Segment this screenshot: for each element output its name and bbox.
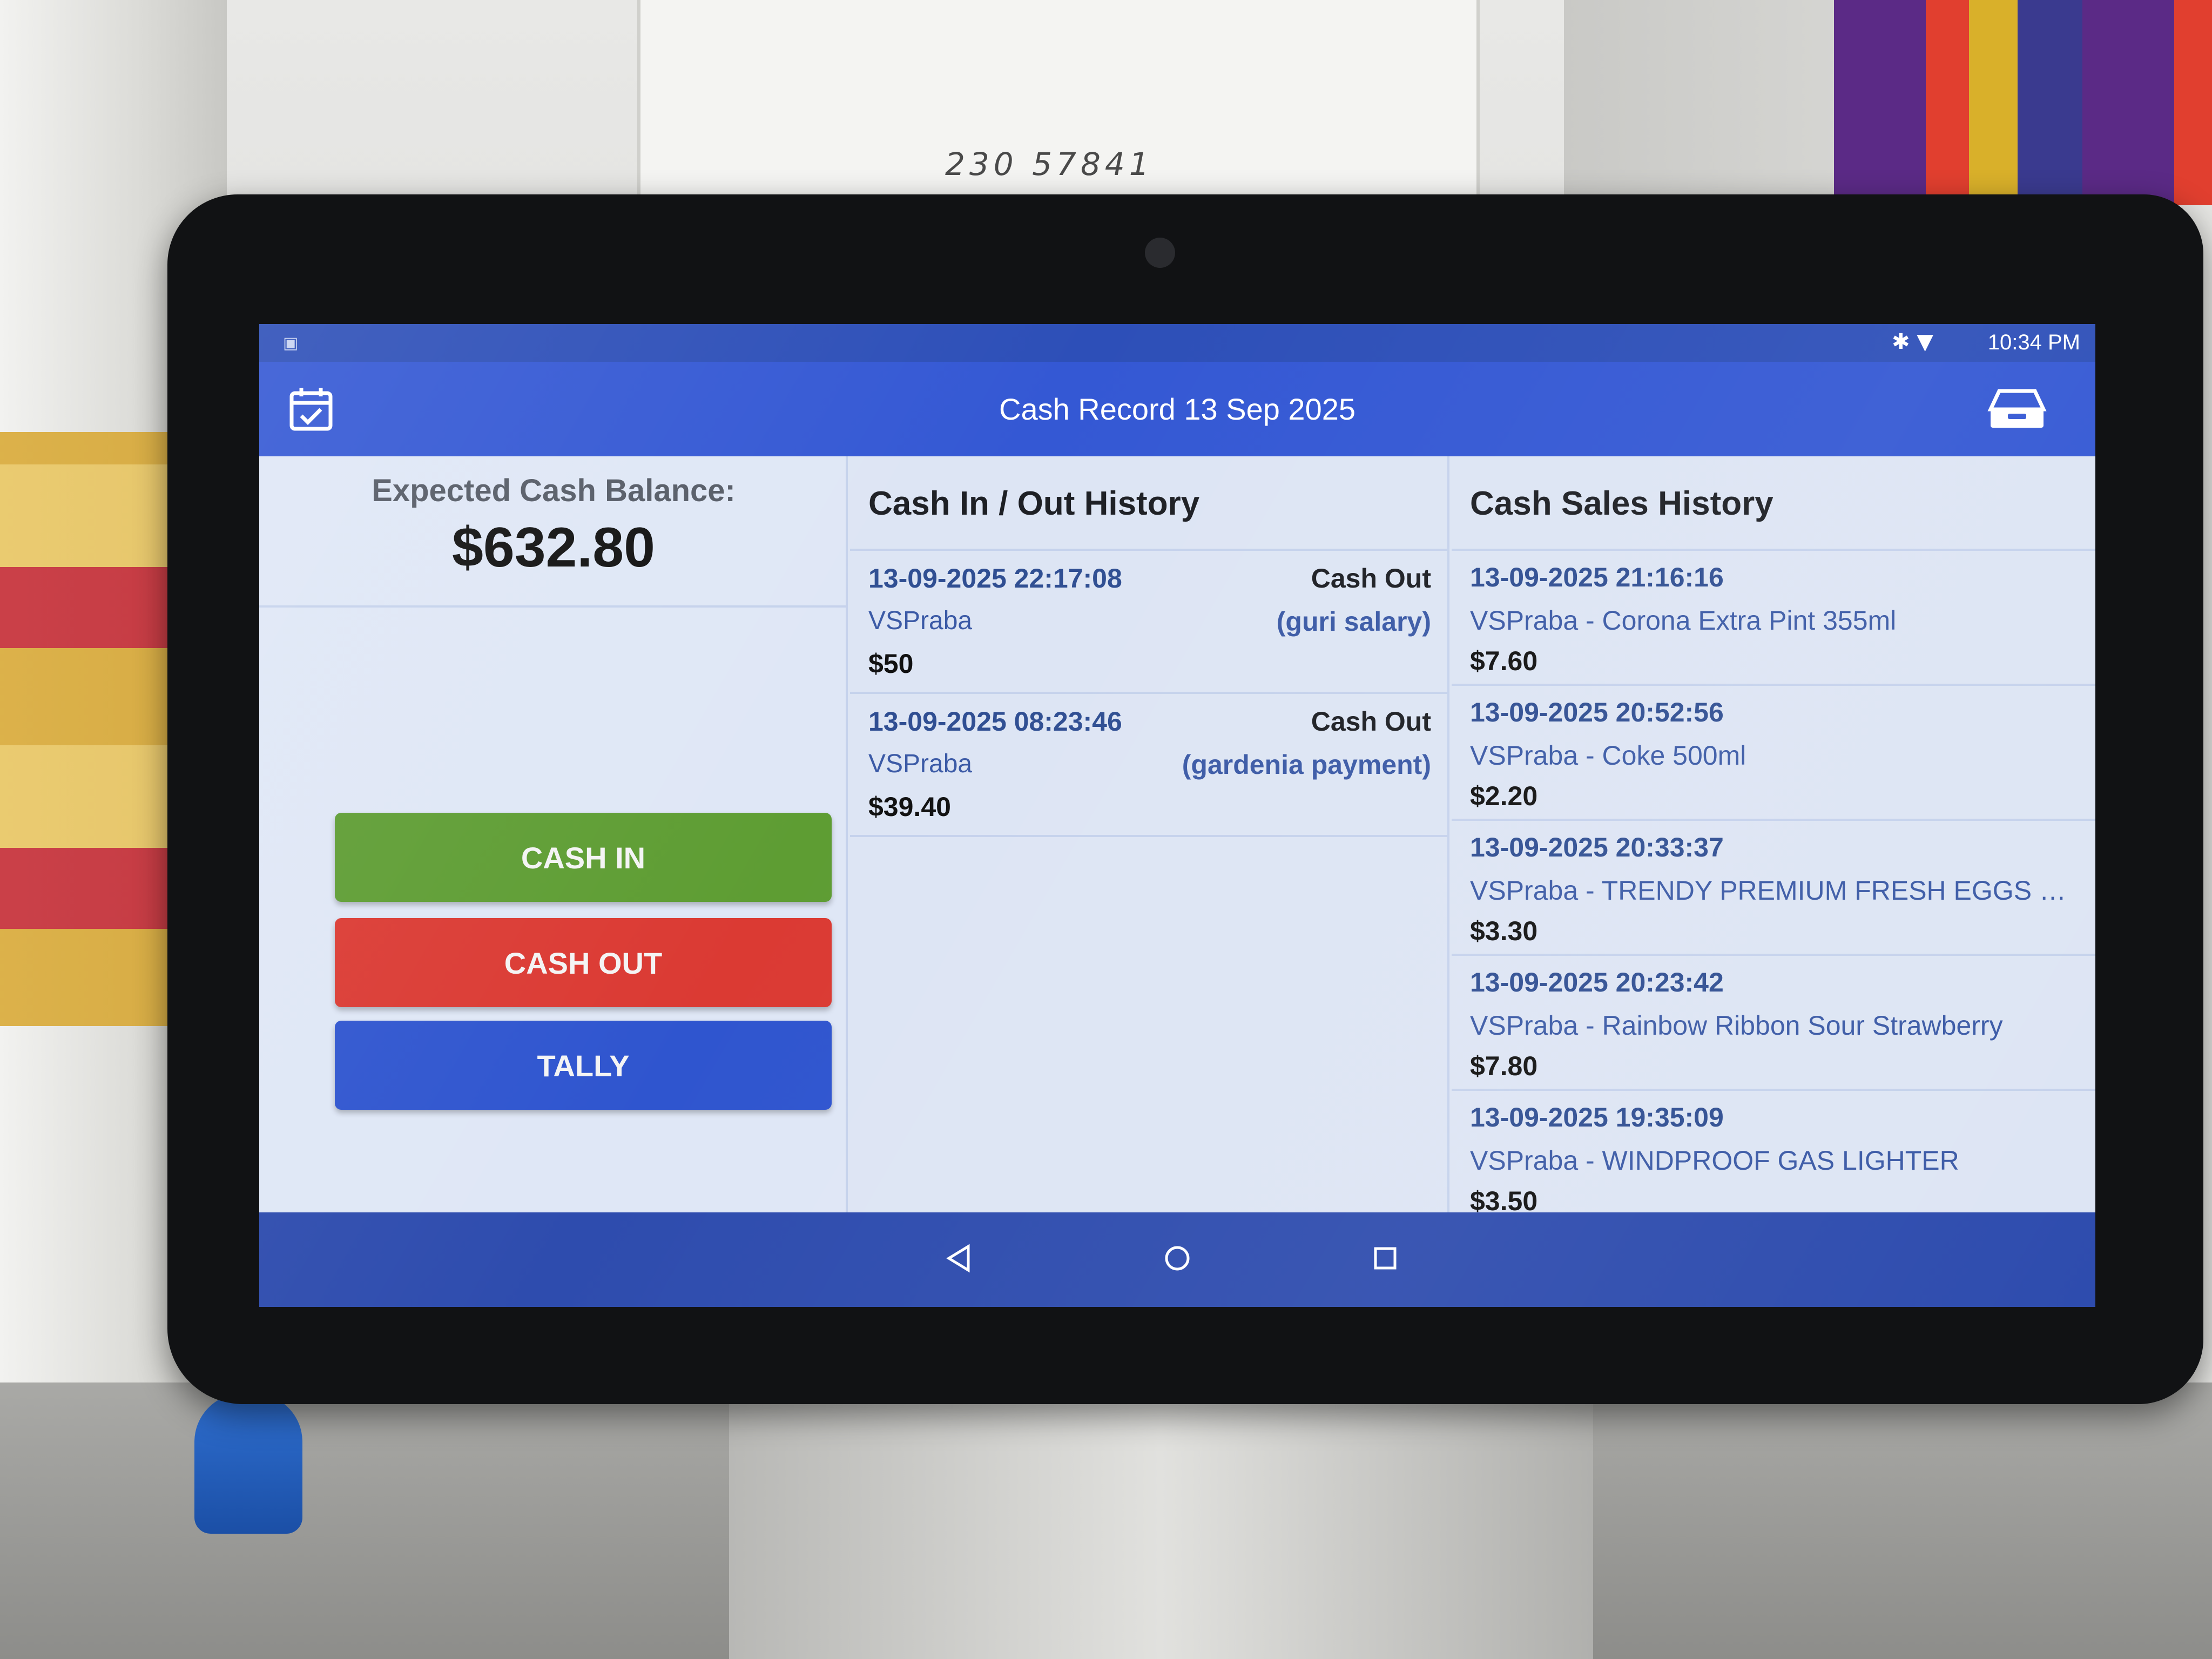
tally-button[interactable]: TALLY (335, 1021, 832, 1110)
sale-description: VSPraba - Rainbow Ribbon Sour Strawberry (1470, 1010, 2003, 1041)
paper-handwritten-number: 230 57841 (945, 146, 1154, 183)
sale-datetime: 13-09-2025 19:35:09 (1470, 1102, 1724, 1132)
sale-description: VSPraba - TRENDY PREMIUM FRESH EGGS 1... (1470, 875, 2075, 906)
sale-row[interactable]: 13-09-2025 21:16:16 VSPraba - Corona Ext… (1452, 551, 2095, 686)
cash-in-out-header: Cash In / Out History (850, 456, 1447, 551)
sale-row[interactable]: 13-09-2025 20:33:37 VSPraba - TRENDY PRE… (1452, 821, 2095, 956)
navigation-bar (259, 1212, 2095, 1307)
balance-value: $632.80 (452, 516, 655, 579)
sale-row[interactable]: 13-09-2025 19:35:09 VSPraba - WINDPROOF … (1452, 1091, 2095, 1226)
recent-apps-icon[interactable] (1361, 1234, 1410, 1283)
history-type: Cash Out (1311, 706, 1431, 737)
sale-amount: $7.60 (1470, 646, 1538, 676)
sale-description: VSPraba - Coke 500ml (1470, 740, 1746, 771)
sale-row[interactable]: 13-09-2025 20:23:42 VSPraba - Rainbow Ri… (1452, 956, 2095, 1091)
sale-amount: $2.20 (1470, 781, 1538, 811)
page-title: Cash Record 13 Sep 2025 (999, 392, 1355, 426)
sale-description: VSPraba - Corona Extra Pint 355ml (1470, 605, 1897, 636)
sale-datetime: 13-09-2025 20:52:56 (1470, 697, 1724, 727)
status-time: 10:34 PM (1987, 331, 2080, 354)
wifi-icon: ▼ (1917, 329, 1933, 354)
stamp (194, 1393, 302, 1534)
history-note: (guri salary) (1276, 606, 1431, 637)
sale-amount: $7.80 (1470, 1051, 1538, 1081)
app-bar: Cash Record 13 Sep 2025 (259, 362, 2095, 456)
history-row[interactable]: 13-09-2025 08:23:46 Cash Out VSPraba (ga… (850, 694, 1447, 837)
cash-sales-header: Cash Sales History (1452, 456, 2095, 551)
history-user: VSPraba (868, 750, 973, 778)
sale-row[interactable]: 13-09-2025 20:52:56 VSPraba - Coke 500ml… (1452, 686, 2095, 821)
calendar-check-icon[interactable] (287, 386, 335, 433)
sale-description: VSPraba - WINDPROOF GAS LIGHTER (1470, 1145, 1959, 1176)
history-amount: $39.40 (868, 792, 951, 822)
notification-icon: ▣ (283, 334, 299, 352)
back-icon[interactable] (934, 1234, 983, 1283)
tablet-stand (729, 1361, 1593, 1659)
history-type: Cash Out (1311, 563, 1431, 594)
bluetooth-icon: ✱ (1892, 329, 1910, 354)
tablet-screen: ▣ ✱ ▼ 10:34 PM Cash Record 13 Sep 2025 E… (259, 324, 2095, 1307)
history-datetime: 13-09-2025 22:17:08 (868, 563, 1122, 594)
status-icons: ✱ ▼ (1892, 329, 1933, 354)
history-row[interactable]: 13-09-2025 22:17:08 Cash Out VSPraba (gu… (850, 551, 1447, 694)
snack-bags (1834, 0, 2212, 205)
history-amount: $50 (868, 649, 914, 679)
history-note: (gardenia payment) (1182, 750, 1431, 780)
sale-datetime: 13-09-2025 21:16:16 (1470, 562, 1724, 592)
status-bar: ▣ ✱ ▼ 10:34 PM (259, 324, 2095, 362)
sale-datetime: 13-09-2025 20:23:42 (1470, 967, 1724, 997)
sale-datetime: 13-09-2025 20:33:37 (1470, 832, 1724, 862)
cash-in-out-history: Cash In / Out History 13-09-2025 22:17:0… (850, 456, 1449, 1212)
history-user: VSPraba (868, 606, 973, 635)
history-datetime: 13-09-2025 08:23:46 (868, 706, 1122, 737)
cash-sales-history: Cash Sales History 13-09-2025 21:16:16 V… (1452, 456, 2095, 1216)
balance-label: Expected Cash Balance: (372, 473, 736, 508)
sale-amount: $3.30 (1470, 916, 1538, 946)
balance-panel: Expected Cash Balance: $632.80 CASH IN C… (259, 456, 848, 1212)
cash-out-button[interactable]: CASH OUT (335, 918, 832, 1007)
front-camera (1145, 238, 1175, 268)
cash-in-button[interactable]: CASH IN (335, 813, 832, 902)
balance-block: Expected Cash Balance: $632.80 (259, 456, 848, 608)
home-icon[interactable] (1153, 1234, 1202, 1283)
cash-drawer-icon[interactable] (1987, 388, 2047, 431)
